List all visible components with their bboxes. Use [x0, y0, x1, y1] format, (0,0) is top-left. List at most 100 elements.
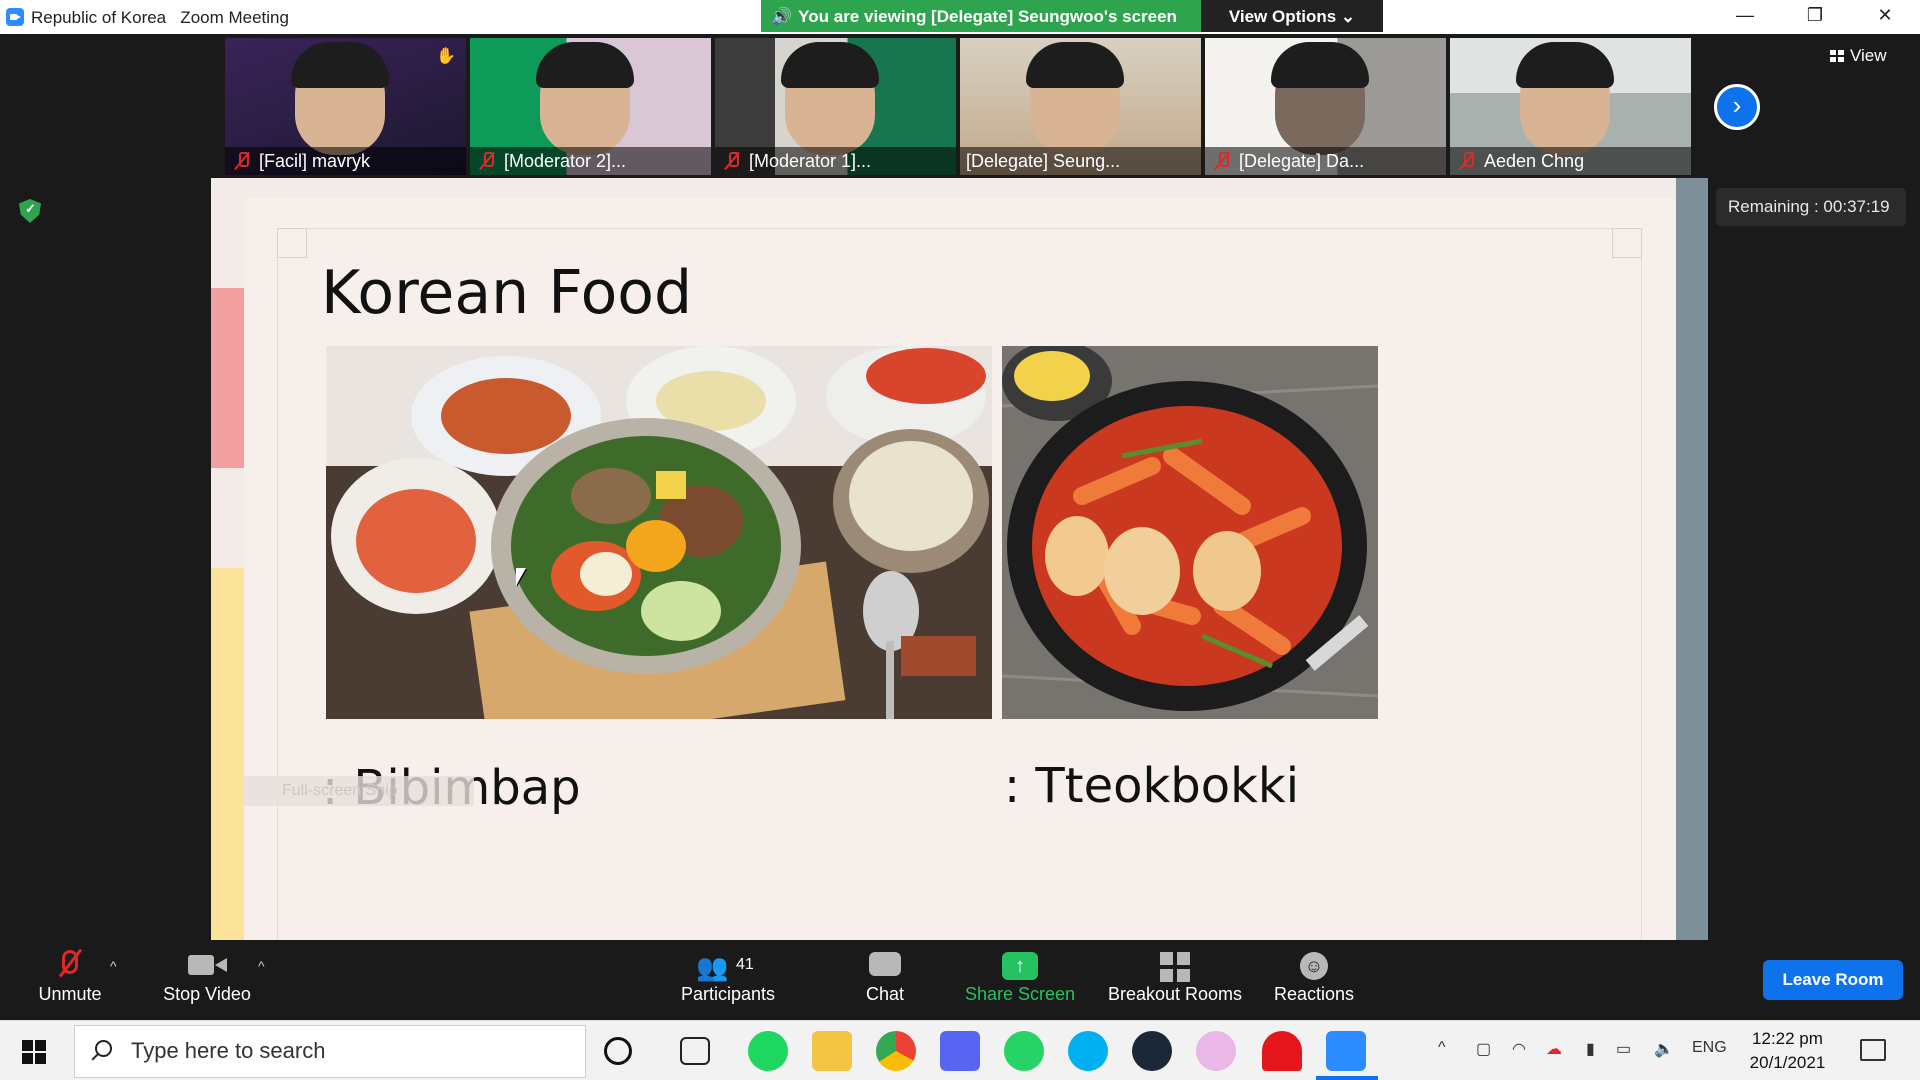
view-options-button[interactable]: View Options ⌄ [1201, 0, 1383, 32]
muted-mic-icon [725, 152, 739, 170]
participants-label: Participants [680, 984, 776, 1004]
breakout-rooms-button[interactable]: Breakout Rooms [1100, 940, 1250, 1005]
participant-name-label: [Moderator 1]... [715, 147, 956, 175]
share-screen-label: Share Screen [964, 984, 1076, 1004]
stop-video-label: Stop Video [163, 984, 251, 1004]
participant-name-label: [Delegate] Seung... [960, 147, 1201, 175]
volume-icon[interactable]: 🔈 [1654, 1039, 1674, 1059]
mouse-cursor-icon [516, 568, 526, 586]
video-thumbnail[interactable]: [Moderator 2]... [470, 38, 711, 175]
taskbar-clock[interactable]: 12:22 pm 20/1/2021 [1740, 1027, 1835, 1075]
participant-name: [Delegate] Seung... [966, 151, 1121, 171]
video-options-chevron-icon[interactable]: ^ [258, 958, 265, 974]
windows-taskbar: ^ ▢ ◠ ☁ ▮ ▭ 🔈 ENG 12:22 pm 20/1/2021 [0, 1020, 1920, 1080]
participants-button[interactable]: 👥 41 Participants [668, 940, 788, 1005]
muted-microphone-icon [20, 940, 120, 984]
taskbar-search-box[interactable] [74, 1025, 586, 1078]
active-app-indicator [1316, 1076, 1378, 1080]
steam-icon[interactable] [1132, 1031, 1172, 1071]
battery-icon[interactable]: ▭ [1616, 1039, 1631, 1059]
video-camera-icon [152, 940, 262, 984]
unmute-button[interactable]: Unmute [20, 940, 120, 1005]
tteokbokki-photo [1002, 346, 1378, 719]
video-thumbnail-active-speaker[interactable]: [Delegate] Seung... [960, 38, 1201, 175]
windows-start-icon[interactable] [22, 1040, 46, 1064]
video-thumbnail[interactable]: [Moderator 1]... [715, 38, 956, 175]
bibimbap-illustration [326, 346, 992, 719]
slide-shadow [1676, 178, 1708, 940]
restore-icon[interactable]: ❐ [1780, 0, 1850, 34]
view-label: View [1850, 46, 1887, 65]
participant-name-label: [Delegate] Da... [1205, 147, 1446, 175]
search-icon [95, 1040, 112, 1057]
participant-name: Aeden Chng [1484, 151, 1585, 171]
chat-bubble-icon [835, 940, 935, 984]
slide-title: Korean Food [321, 258, 693, 328]
video-thumbnail[interactable]: ✋ [Facil] mavryk [225, 38, 466, 175]
skype-icon[interactable] [1068, 1031, 1108, 1071]
breakout-rooms-label: Breakout Rooms [1107, 984, 1243, 1004]
whatsapp-icon[interactable] [1004, 1031, 1044, 1071]
chat-button[interactable]: Chat [835, 940, 935, 1005]
participant-name: [Moderator 2]... [504, 151, 627, 171]
share-screen-button[interactable]: ↑ Share Screen [955, 940, 1085, 1005]
share-screen-icon: ↑ [955, 940, 1085, 984]
participant-name: [Delegate] Da... [1239, 151, 1365, 171]
show-hidden-icons-chevron-icon[interactable]: ^ [1438, 1039, 1446, 1057]
breakout-rooms-icon [1100, 940, 1250, 984]
tteokbokki-caption: : Tteokbokki [1004, 758, 1300, 814]
reactions-smiley-icon: ☺ [1264, 940, 1364, 984]
muted-mic-icon [480, 152, 494, 170]
slide-decoration [211, 568, 244, 940]
video-thumbnail[interactable]: [Delegate] Da... [1205, 38, 1446, 175]
close-icon[interactable]: ✕ [1850, 0, 1920, 34]
bibimbap-photo [326, 346, 992, 719]
tteokbokki-illustration [1002, 346, 1378, 719]
muted-mic-icon [1215, 152, 1229, 170]
view-button[interactable]: View [1830, 46, 1887, 66]
next-page-chevron-icon[interactable]: › [1714, 84, 1760, 130]
minimize-icon[interactable]: — [1710, 0, 1780, 34]
clock-time: 12:22 pm [1752, 1029, 1823, 1048]
heart-app-icon[interactable] [1262, 1031, 1302, 1071]
discord-icon[interactable] [940, 1031, 980, 1071]
file-explorer-icon[interactable] [812, 1031, 852, 1071]
zoom-window: Republic of Korea Zoom Meeting 🔊 You are … [0, 0, 1920, 1080]
taskbar-search-input[interactable] [131, 1038, 561, 1064]
cortana-icon[interactable] [604, 1037, 632, 1065]
reactions-button[interactable]: ☺ Reactions [1264, 940, 1364, 1005]
full-screen-snip-hint: Full-screen Snip [244, 776, 474, 806]
title-bar: Republic of Korea Zoom Meeting 🔊 You are … [0, 0, 1920, 34]
zoom-app-icon [6, 8, 24, 26]
leave-room-button[interactable]: Leave Room [1763, 960, 1903, 1000]
microphone-icon[interactable]: ▮ [1586, 1039, 1595, 1059]
encryption-shield-icon[interactable] [19, 199, 41, 223]
spotify-icon[interactable] [748, 1031, 788, 1071]
remaining-time-badge: Remaining : 00:37:19 [1716, 188, 1906, 226]
wifi-icon[interactable]: ◠ [1512, 1039, 1526, 1059]
reactions-label: Reactions [1273, 984, 1355, 1004]
language-indicator[interactable]: ENG [1692, 1039, 1727, 1057]
participant-name-label: Aeden Chng [1450, 147, 1691, 175]
viewing-banner-text: You are viewing [Delegate] Seungwoo's sc… [798, 7, 1177, 26]
video-thumbnail[interactable]: Aeden Chng [1450, 38, 1691, 175]
slide-corner-ornament [277, 228, 307, 258]
speaker-icon: 🔊 [771, 7, 793, 26]
audio-options-chevron-icon[interactable]: ^ [110, 958, 117, 974]
participant-name: [Moderator 1]... [749, 151, 872, 171]
chat-label: Chat [865, 984, 905, 1004]
meet-now-icon[interactable]: ▢ [1476, 1039, 1491, 1059]
chrome-icon[interactable] [876, 1031, 916, 1071]
app-icon[interactable] [1196, 1031, 1236, 1071]
onedrive-error-icon[interactable]: ☁ [1546, 1039, 1562, 1059]
slide-decoration [211, 288, 244, 468]
clock-date: 20/1/2021 [1749, 1053, 1826, 1072]
zoom-taskbar-icon[interactable] [1326, 1031, 1366, 1071]
notifications-icon[interactable] [1860, 1039, 1886, 1061]
muted-mic-icon [235, 152, 249, 170]
shared-screen: Korean Food: Tteokbokki Full-screen Sni… [211, 178, 1708, 940]
stop-video-button[interactable]: Stop Video [152, 940, 262, 1005]
participants-icon: 👥 41 [696, 952, 754, 982]
participant-name-label: [Facil] mavryk [225, 147, 466, 175]
task-view-icon[interactable] [680, 1037, 710, 1065]
